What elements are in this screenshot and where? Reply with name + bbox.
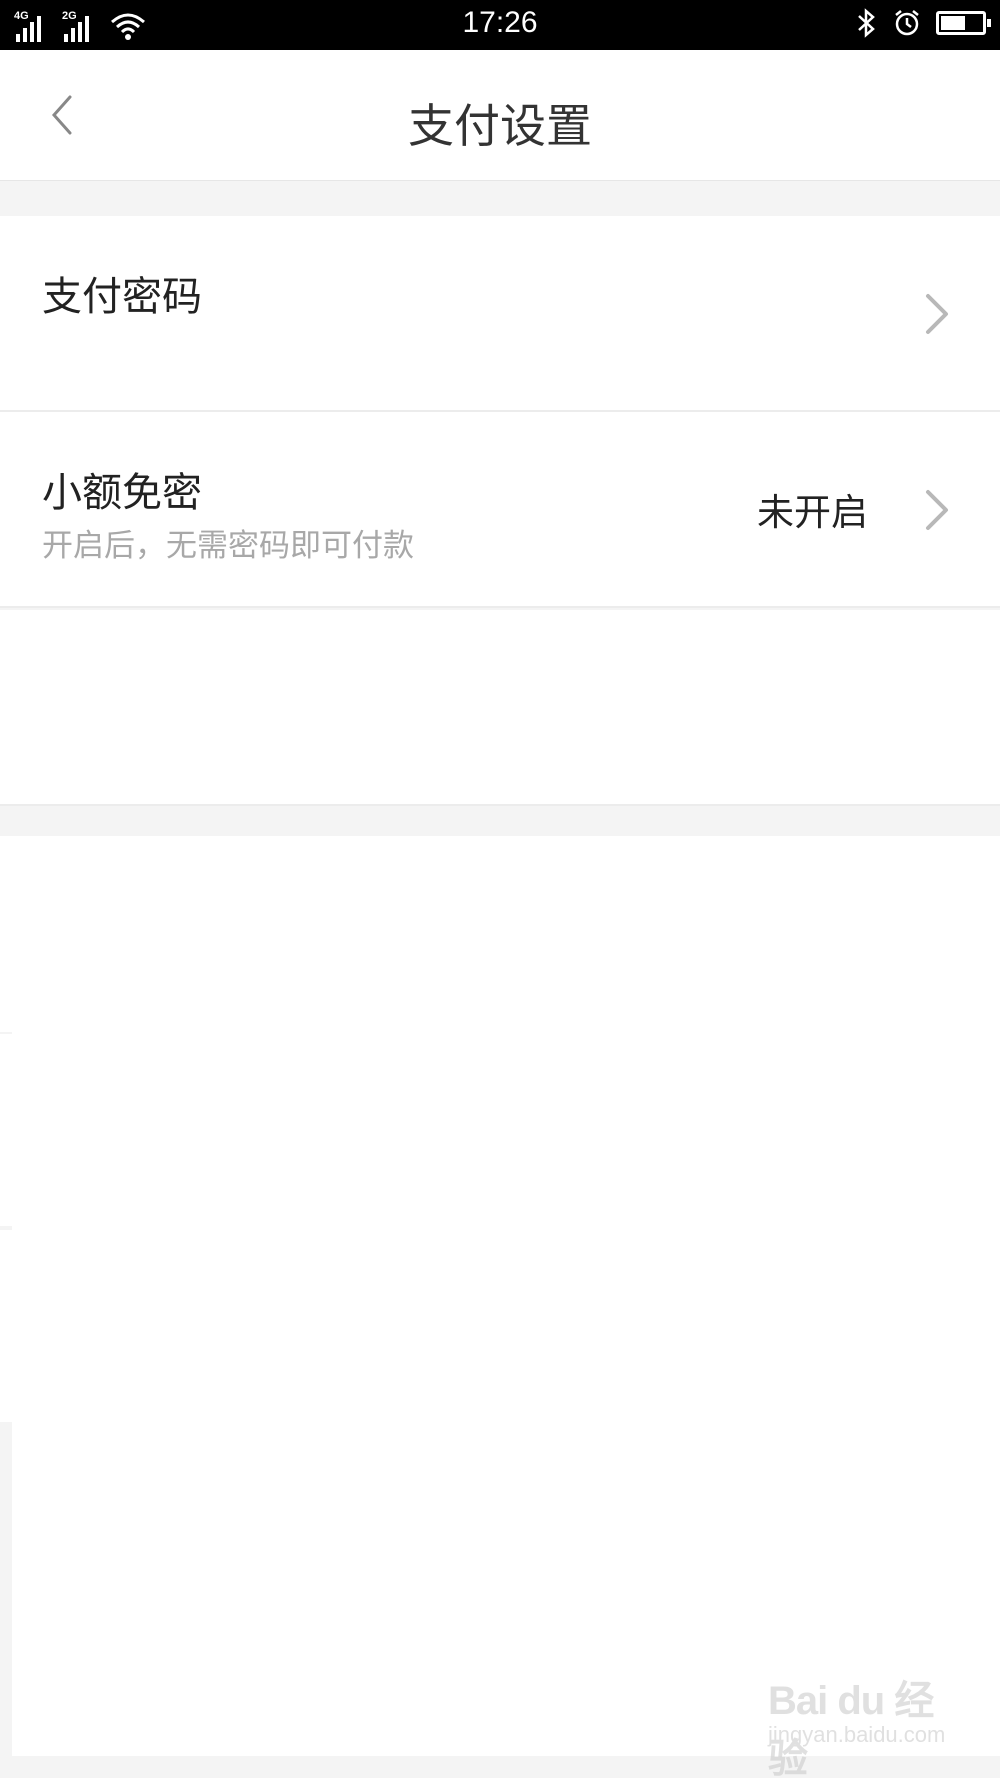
settings-item-status: 未开启 [757, 491, 868, 534]
status-bar: 4G 2G 17:26 [0, 0, 1000, 50]
content-edge [0, 1230, 12, 1422]
status-right [856, 8, 991, 38]
settings-item-title: 支付密码 [42, 274, 202, 320]
payment-settings-screen: 4G 2G 17:26 支付设置 支付密码 小额免密 开启后，无需密码即可付款 … [0, 0, 1000, 1778]
settings-list: 支付密码 小额免密 开启后，无需密码即可付款 未开启 [0, 216, 1000, 608]
chevron-left-icon [51, 95, 72, 135]
chevron-right-icon [926, 490, 948, 530]
back-button[interactable] [40, 85, 100, 145]
content-edge [0, 836, 12, 1032]
empty-panel [0, 610, 1000, 806]
battery-icon [936, 11, 991, 35]
settings-item-subtitle: 开启后，无需密码即可付款 [42, 528, 414, 564]
status-time: 17:26 [462, 6, 538, 39]
baidu-jingyan-watermark: Bai du 经验 jingyan.baidu.com [760, 1668, 960, 1778]
settings-item-payment-password[interactable]: 支付密码 [0, 216, 1000, 412]
chevron-right-icon [926, 294, 948, 334]
nav-header: 支付设置 [0, 50, 1000, 181]
page-title: 支付设置 [408, 99, 592, 153]
settings-item-small-amount-no-password[interactable]: 小额免密 开启后，无需密码即可付款 未开启 [0, 412, 1000, 608]
watermark-url: jingyan.baidu.com [768, 1722, 946, 1747]
battery-fill [941, 16, 965, 30]
alarm-icon [895, 10, 919, 36]
content-area [12, 836, 1000, 1756]
settings-item-title: 小额免密 [42, 470, 202, 516]
content-edge [0, 1034, 12, 1226]
bluetooth-icon [858, 8, 875, 38]
